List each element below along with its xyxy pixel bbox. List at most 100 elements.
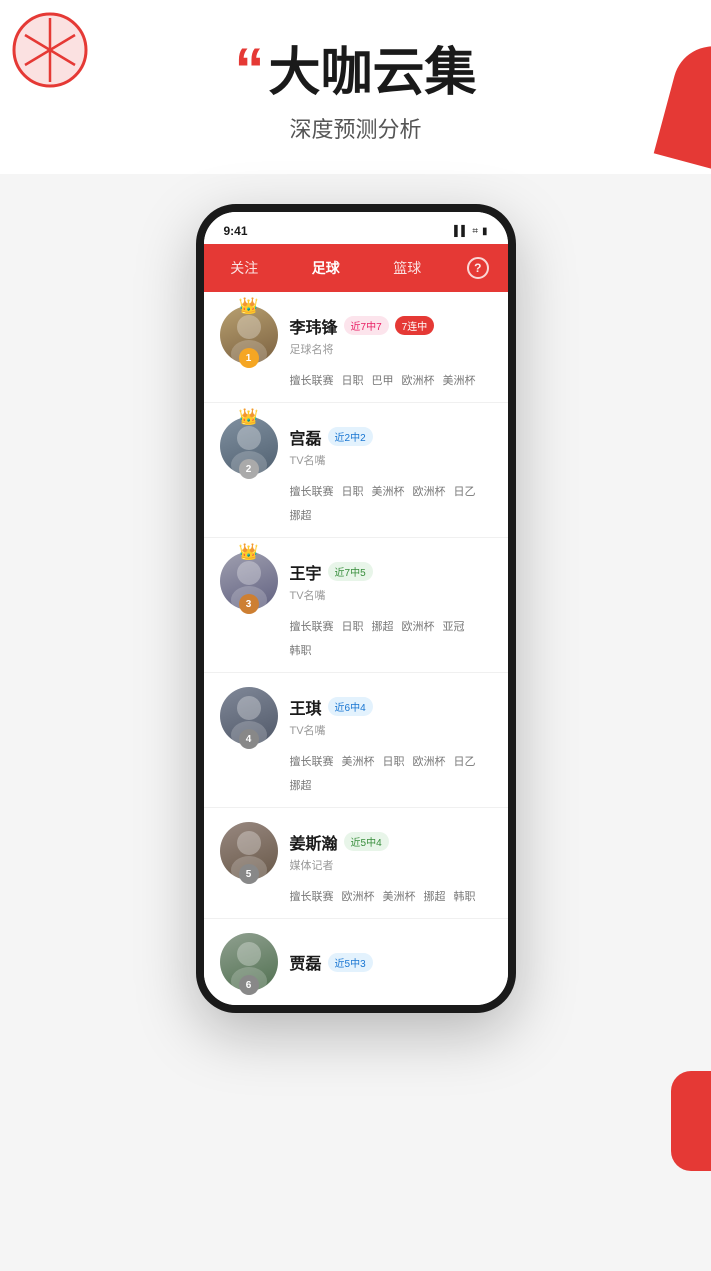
league-tag: 挪超: [290, 507, 312, 523]
expert-leagues-1: 擅长联赛 日职 巴甲 欧洲杯 美洲杯: [220, 372, 492, 388]
crown-icon-1: 👑: [239, 296, 259, 316]
red-decoration-side: [671, 1071, 711, 1171]
league-tag: 欧洲杯: [402, 372, 435, 388]
avatar-wrapper-3: 👑 3: [220, 552, 278, 610]
expert-item-4[interactable]: 4 王琪 近6中4 TV名嘴 擅长联赛 美洲杯 日职 欧洲杯 日乙: [204, 673, 508, 808]
expert-tag1-3: 近7中5: [328, 562, 373, 581]
league-tag: 擅长联赛: [290, 618, 334, 634]
rank-badge-6: 6: [239, 975, 259, 995]
expert-info-2: 宫磊 近2中2 TV名嘴: [290, 425, 492, 468]
league-tag: 欧洲杯: [413, 753, 446, 769]
expert-leagues-5: 擅长联赛 欧洲杯 美洲杯 挪超 韩职: [220, 888, 492, 904]
league-tag: 挪超: [424, 888, 446, 904]
league-tag: 擅长联赛: [290, 372, 334, 388]
phone-mockup: 9:41 ▌▌ ⌗ ▮ 关注 足球 篮球 ?: [196, 204, 516, 1013]
battery-icon: ▮: [482, 226, 488, 237]
expert-role-1: 足球名将: [290, 341, 492, 357]
expert-name-4: 王琪: [290, 695, 322, 719]
expert-name-6: 贾磊: [290, 950, 322, 974]
expert-name-3: 王宇: [290, 560, 322, 584]
hero-title: 大咖云集: [268, 45, 476, 102]
league-tag: 欧洲杯: [342, 888, 375, 904]
expert-leagues-2: 擅长联赛 日职 美洲杯 欧洲杯 日乙 挪超: [220, 483, 492, 523]
expert-info-3: 王宇 近7中5 TV名嘴: [290, 560, 492, 603]
basketball-icon: [10, 10, 90, 90]
expert-tag1-4: 近6中4: [328, 697, 373, 716]
expert-info-6: 贾磊 近5中3: [290, 950, 492, 974]
crown-icon-2: 👑: [239, 407, 259, 427]
avatar-wrapper-4: 4: [220, 687, 278, 745]
expert-role-2: TV名嘴: [290, 452, 492, 468]
league-tag: 欧洲杯: [413, 483, 446, 499]
status-icons: ▌▌ ⌗ ▮: [454, 226, 487, 237]
expert-role-5: 媒体记者: [290, 857, 492, 873]
crown-icon-3: 👑: [239, 542, 259, 562]
league-tag: 日职: [342, 372, 364, 388]
expert-tag1-1: 近7中7: [344, 316, 389, 335]
expert-name-row-5: 姜斯瀚 近5中4: [290, 830, 492, 854]
avatar-wrapper-5: 5: [220, 822, 278, 880]
league-tag: 韩职: [290, 642, 312, 658]
help-button[interactable]: ?: [467, 257, 489, 279]
phone-wrapper: 9:41 ▌▌ ⌗ ▮ 关注 足球 篮球 ?: [0, 174, 711, 1033]
rank-badge-5: 5: [239, 864, 259, 884]
expert-item-3[interactable]: 👑 3 王宇 近7中5 TV名嘴 擅长联赛 日职 挪超 欧洲: [204, 538, 508, 673]
expert-name-row-3: 王宇 近7中5: [290, 560, 492, 584]
league-tag: 日乙: [454, 753, 476, 769]
expert-tag1-2: 近2中2: [328, 427, 373, 446]
quote-mark: “: [234, 40, 264, 100]
avatar-wrapper-6: 6: [220, 933, 278, 991]
league-tag: 美洲杯: [443, 372, 476, 388]
league-tag: 美洲杯: [383, 888, 416, 904]
status-time: 9:41: [224, 224, 248, 238]
league-tag: 挪超: [290, 777, 312, 793]
expert-tag1-6: 近5中3: [328, 953, 373, 972]
expert-name-row-2: 宫磊 近2中2: [290, 425, 492, 449]
expert-name-row-1: 李玮锋 近7中7 7连中: [290, 314, 492, 338]
league-tag: 美洲杯: [342, 753, 375, 769]
expert-item-2[interactable]: 👑 2 宫磊 近2中2 TV名嘴 擅长联赛 日职 美洲杯 欧: [204, 403, 508, 538]
expert-list: 👑 1 李玮锋 近7中7 7连中 足球名将 擅长联赛 日职: [204, 292, 508, 1005]
expert-role-3: TV名嘴: [290, 587, 492, 603]
avatar-wrapper-1: 👑 1: [220, 306, 278, 364]
league-tag: 擅长联赛: [290, 888, 334, 904]
league-tag: 日职: [342, 618, 364, 634]
league-tag: 美洲杯: [372, 483, 405, 499]
league-tag: 韩职: [454, 888, 476, 904]
league-tag: 日乙: [454, 483, 476, 499]
wifi-icon: ⌗: [472, 226, 478, 237]
expert-item-6[interactable]: 6 贾磊 近5中3: [204, 919, 508, 1005]
avatar-wrapper-2: 👑 2: [220, 417, 278, 475]
hero-title-block: “ 大咖云集 深度预测分析: [20, 40, 691, 144]
hero-subtitle: 深度预测分析: [20, 112, 691, 144]
league-tag: 擅长联赛: [290, 753, 334, 769]
tab-lanqiu[interactable]: 篮球: [385, 254, 429, 282]
hero-section: “ 大咖云集 深度预测分析: [0, 0, 711, 174]
app-header[interactable]: 关注 足球 篮球 ?: [204, 244, 508, 292]
expert-role-4: TV名嘴: [290, 722, 492, 738]
status-bar: 9:41 ▌▌ ⌗ ▮: [204, 212, 508, 244]
expert-name-5: 姜斯瀚: [290, 830, 338, 854]
tab-guanzhu[interactable]: 关注: [222, 254, 266, 282]
expert-name-row-6: 贾磊 近5中3: [290, 950, 492, 974]
expert-info-1: 李玮锋 近7中7 7连中 足球名将: [290, 314, 492, 357]
expert-name-1: 李玮锋: [290, 314, 338, 338]
tab-zuqiu[interactable]: 足球: [304, 254, 348, 282]
league-tag: 日职: [342, 483, 364, 499]
league-tag: 擅长联赛: [290, 483, 334, 499]
rank-badge-2: 2: [239, 459, 259, 479]
expert-leagues-4: 擅长联赛 美洲杯 日职 欧洲杯 日乙 挪超: [220, 753, 492, 793]
expert-item-1[interactable]: 👑 1 李玮锋 近7中7 7连中 足球名将 擅长联赛 日职: [204, 292, 508, 403]
league-tag: 亚冠: [443, 618, 465, 634]
league-tag: 挪超: [372, 618, 394, 634]
rank-badge-1: 1: [239, 348, 259, 368]
expert-name-2: 宫磊: [290, 425, 322, 449]
expert-info-4: 王琪 近6中4 TV名嘴: [290, 695, 492, 738]
expert-info-5: 姜斯瀚 近5中4 媒体记者: [290, 830, 492, 873]
league-tag: 日职: [383, 753, 405, 769]
league-tag: 巴甲: [372, 372, 394, 388]
rank-badge-4: 4: [239, 729, 259, 749]
expert-item-5[interactable]: 5 姜斯瀚 近5中4 媒体记者 擅长联赛 欧洲杯 美洲杯 挪超 韩: [204, 808, 508, 919]
expert-tag1-5: 近5中4: [344, 832, 389, 851]
signal-icon: ▌▌: [454, 226, 468, 237]
